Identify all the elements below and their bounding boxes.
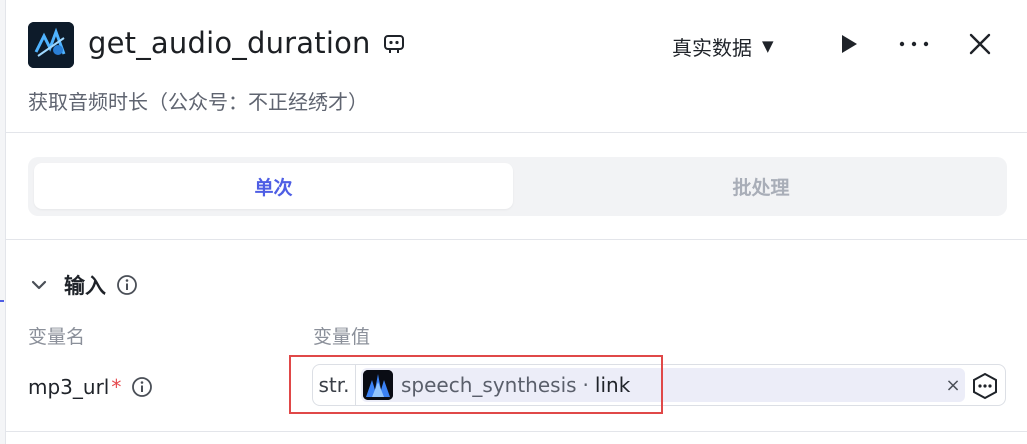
node-ref-icon	[363, 370, 393, 400]
plugin-description: 获取音频时长（公众号：不正经绣才）	[28, 90, 368, 114]
canvas-edge	[0, 0, 6, 444]
data-mode-select[interactable]: 真实数据 ▼	[672, 32, 774, 60]
reference-field-name: link	[594, 373, 631, 397]
data-mode-label: 真实数据	[672, 35, 752, 60]
more-icon[interactable]	[894, 30, 934, 58]
info-icon[interactable]	[131, 376, 153, 398]
chevron-down-icon[interactable]	[28, 274, 50, 296]
variable-reference-pill[interactable]: speech_synthesis · link	[361, 368, 965, 402]
info-icon[interactable]	[116, 274, 138, 296]
section-title: 输入	[64, 274, 106, 298]
run-mode-tabs: 单次 批处理	[28, 157, 1007, 216]
variable-name-label: mp3_url	[28, 375, 110, 399]
variable-name: mp3_url *	[28, 373, 153, 401]
tab-single[interactable]: 单次	[34, 163, 513, 209]
clear-icon[interactable]: ×	[943, 375, 963, 396]
canvas-edge-marker	[0, 300, 4, 302]
column-header-name: 变量名	[28, 326, 86, 348]
app-logo-icon	[28, 22, 74, 68]
panel-header: get_audio_duration 真实数据 ▼	[28, 20, 1007, 70]
type-tag: str.	[313, 365, 356, 405]
plugin-title: get_audio_duration	[88, 26, 371, 60]
input-section-header[interactable]: 输入	[28, 270, 138, 300]
variable-picker-icon[interactable]	[970, 371, 1000, 401]
reference-separator: ·	[582, 373, 589, 397]
reference-node-name: speech_synthesis	[401, 373, 577, 397]
debug-icon[interactable]	[383, 33, 405, 55]
close-icon[interactable]	[966, 30, 994, 58]
required-mark: *	[111, 375, 122, 399]
variable-value-input[interactable]: str. speech_synthesis · link ×	[312, 364, 1006, 406]
divider	[5, 431, 1027, 432]
play-icon[interactable]	[834, 30, 862, 58]
divider	[5, 239, 1027, 240]
column-header-value: 变量值	[313, 326, 371, 348]
chevron-down-icon: ▼	[762, 37, 774, 55]
divider	[5, 132, 1027, 133]
tab-batch[interactable]: 批处理	[521, 163, 1001, 209]
